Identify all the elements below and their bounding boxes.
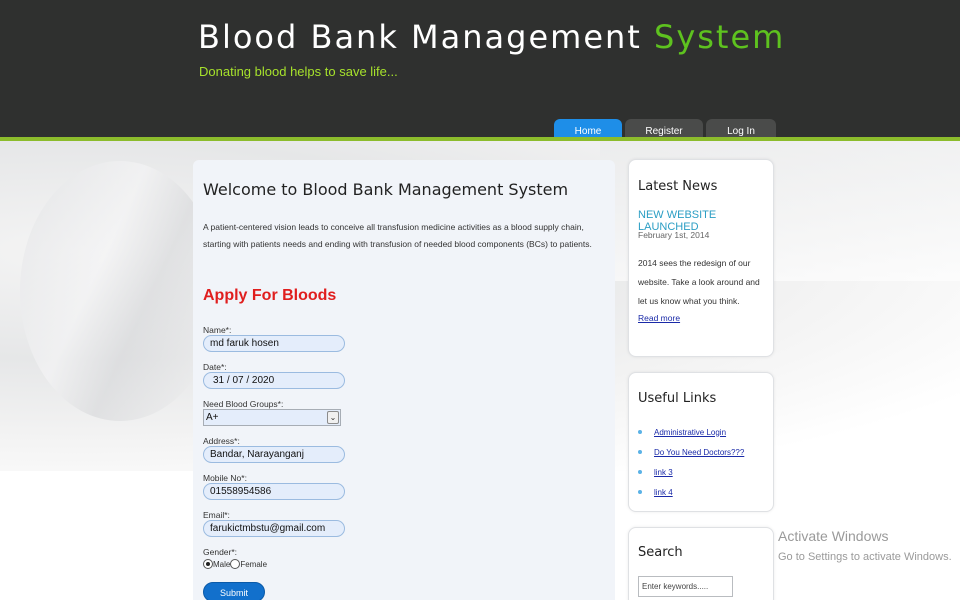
name-field[interactable]: md faruk hosen	[203, 335, 345, 352]
link-item: Do You Need Doctors???	[638, 442, 744, 462]
useful-links-title: Useful Links	[638, 391, 717, 406]
email-field[interactable]: farukictmbstu@gmail.com	[203, 520, 345, 537]
news-body: 2014 sees the redesign of our website. T…	[638, 258, 760, 306]
activate-windows-watermark: Activate Windows	[778, 528, 889, 544]
latest-news-box: Latest News NEW WEBSITE LAUNCHED Februar…	[628, 159, 774, 357]
intro-text: A patient-centered vision leads to conce…	[203, 222, 592, 249]
blood-group-label: Need Blood Groups*:	[203, 399, 284, 409]
gender-options: Male Female	[203, 559, 603, 569]
gender-male-label: Male	[213, 559, 231, 569]
apply-heading: Apply For Bloods	[203, 287, 337, 304]
search-title: Search	[638, 545, 683, 560]
bullet-icon	[638, 490, 642, 494]
date-field[interactable]: 31 / 07 / 2020	[203, 372, 345, 389]
site-tagline: Donating blood helps to save life...	[199, 64, 398, 79]
gender-female-label: Female	[240, 559, 268, 569]
mobile-label: Mobile No*:	[203, 473, 247, 483]
bullet-icon	[638, 470, 642, 474]
apply-form: Name*: md faruk hosen Date*: 31 / 07 / 2…	[203, 325, 603, 569]
submit-button[interactable]: Submit	[203, 582, 265, 600]
link-item: link 4	[638, 482, 744, 502]
name-label: Name*:	[203, 325, 232, 335]
search-input[interactable]: Enter keywords.....	[638, 576, 733, 597]
site-title-accent: System	[654, 18, 786, 56]
gender-female-radio[interactable]	[230, 559, 241, 569]
search-box: Search Enter keywords.....	[628, 527, 774, 600]
blood-group-value: A+	[206, 412, 219, 423]
link-4[interactable]: link 4	[654, 488, 673, 497]
site-title: Blood Bank Management System	[198, 18, 785, 56]
main-content: Welcome to Blood Bank Management System …	[193, 160, 615, 600]
useful-links-list: Administrative Login Do You Need Doctors…	[638, 422, 744, 502]
chevron-down-icon: ⌄	[327, 411, 339, 424]
gender-male-radio[interactable]	[203, 559, 213, 569]
address-field[interactable]: Bandar, Narayanganj	[203, 446, 345, 463]
news-date: February 1st, 2014	[638, 230, 710, 240]
link-admin-login[interactable]: Administrative Login	[654, 428, 726, 437]
link-item: link 3	[638, 462, 744, 482]
email-label: Email*:	[203, 510, 230, 520]
gender-label: Gender*:	[203, 547, 238, 557]
address-label: Address*:	[203, 436, 240, 446]
bullet-icon	[638, 430, 642, 434]
link-need-doctors[interactable]: Do You Need Doctors???	[654, 448, 744, 457]
site-header: Blood Bank Management System Donating bl…	[0, 0, 960, 145]
bullet-icon	[638, 450, 642, 454]
read-more-link[interactable]: Read more	[638, 313, 680, 323]
activate-windows-subtitle: Go to Settings to activate Windows.	[778, 551, 952, 563]
latest-news-title: Latest News	[638, 179, 718, 194]
page-title: Welcome to Blood Bank Management System	[203, 180, 569, 199]
mobile-field[interactable]: 01558954586	[203, 483, 345, 500]
link-3[interactable]: link 3	[654, 468, 673, 477]
link-item: Administrative Login	[638, 422, 744, 442]
blood-group-select[interactable]: A+ ⌄	[203, 409, 341, 426]
site-title-main: Blood Bank Management	[198, 18, 654, 56]
useful-links-box: Useful Links Administrative Login Do You…	[628, 372, 774, 512]
date-label: Date*:	[203, 362, 227, 372]
